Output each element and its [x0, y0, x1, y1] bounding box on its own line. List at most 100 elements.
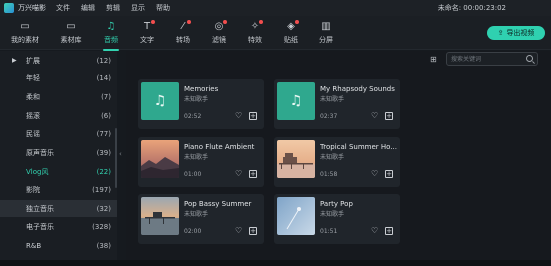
category-name: 扩展: [26, 56, 40, 65]
add-to-timeline-icon[interactable]: +: [385, 170, 393, 178]
category-item[interactable]: 电子音乐 (328): [0, 218, 117, 235]
category-item-selected[interactable]: Vlog风 (22): [0, 163, 117, 180]
favorite-heart-icon[interactable]: ♡: [235, 111, 242, 120]
track-duration: 01:00: [184, 171, 202, 178]
category-item[interactable]: 摇滚 (6): [0, 107, 117, 124]
folder-icon: ▭: [66, 21, 76, 32]
tab-label: 特效: [248, 36, 262, 44]
music-note-icon: ♫: [289, 93, 303, 109]
add-to-timeline-icon[interactable]: +: [249, 170, 257, 178]
category-item[interactable]: R&B (38): [0, 237, 117, 254]
category-item[interactable]: 柔和 (7): [0, 88, 117, 105]
tab-effects[interactable]: ✧ 特效: [235, 19, 275, 49]
export-video-button[interactable]: ⇪ 导出视频: [487, 26, 545, 40]
expand-arrow-icon[interactable]: ▶: [12, 57, 17, 64]
menu-help[interactable]: 帮助: [156, 3, 170, 13]
category-item[interactable]: 原声音乐 (39): [0, 144, 117, 161]
menu-clip[interactable]: 剪辑: [106, 3, 120, 13]
audio-card[interactable]: Pop Bassy Summer 未知歌手 02:00 ♡ +: [138, 194, 264, 244]
tab-split-screen[interactable]: ▥ 分屏: [306, 19, 346, 49]
favorite-heart-icon[interactable]: ♡: [235, 169, 242, 178]
tab-transition[interactable]: ⁄ 转场: [163, 19, 203, 49]
category-item[interactable]: 年轻 (14): [0, 69, 117, 86]
track-artist: 未知歌手: [184, 211, 209, 218]
search-input[interactable]: [451, 54, 521, 64]
tab-label: 贴纸: [284, 36, 298, 44]
menu-edit[interactable]: 编辑: [81, 3, 95, 13]
search-icon[interactable]: [526, 55, 533, 62]
track-title: Piano Flute Ambient: [184, 143, 255, 151]
pier-sunset-thumbnail: [277, 140, 315, 178]
category-item[interactable]: 影院 (197): [0, 181, 117, 198]
music-note-icon: ♫: [106, 21, 116, 32]
tab-filter[interactable]: ◎ 滤镜: [199, 19, 239, 49]
blue-sky-thumbnail: [277, 197, 315, 235]
category-sidebar: ▶ 扩展 (12) 年轻 (14) 柔和 (7) 摇滚 (6) 民谣 (77) …: [0, 51, 117, 266]
collapse-sidebar-icon[interactable]: ‹: [119, 150, 122, 158]
menu-view[interactable]: 显示: [131, 3, 145, 13]
app-name: 万兴喵影: [18, 4, 46, 12]
music-note-icon: ♫: [153, 93, 167, 109]
track-artist: 未知歌手: [184, 154, 209, 161]
menu-bar: 文件 编辑 剪辑 显示 帮助: [56, 3, 170, 13]
new-badge: [187, 20, 191, 24]
tab-label: 文字: [140, 36, 154, 44]
category-name: 原声音乐: [26, 148, 54, 157]
category-count: (14): [96, 73, 111, 82]
app-logo-icon: [4, 3, 14, 13]
menu-file[interactable]: 文件: [56, 3, 70, 13]
track-duration: 02:52: [184, 113, 202, 120]
tab-label: 滤镜: [212, 36, 226, 44]
grid-view-icon[interactable]: ⊞: [430, 55, 439, 64]
project-title: 未命名: 00:00:23:02: [437, 4, 506, 12]
tab-media-library[interactable]: ▭ 素材库: [51, 19, 91, 49]
audio-card[interactable]: ♫ Memories 未知歌手 02:52 ♡ +: [138, 79, 264, 129]
category-count: (12): [96, 56, 111, 65]
tab-label: 素材库: [60, 36, 82, 44]
new-badge: [295, 20, 299, 24]
favorite-heart-icon[interactable]: ♡: [235, 226, 242, 235]
tab-sticker[interactable]: ◈ 贴纸: [271, 19, 311, 49]
add-to-timeline-icon[interactable]: +: [385, 112, 393, 120]
add-to-timeline-icon[interactable]: +: [249, 112, 257, 120]
filter-icon: ◎: [199, 19, 239, 35]
category-name: Vlog风: [26, 167, 49, 176]
audio-card[interactable]: ♫ My Rhapsody Sounds 未知歌手 02:37 ♡ +: [274, 79, 400, 129]
track-title: Party Pop: [320, 200, 353, 208]
track-duration: 01:51: [320, 228, 338, 235]
category-name: 柔和: [26, 92, 40, 101]
category-name: R&B: [26, 241, 42, 250]
favorite-heart-icon[interactable]: ♡: [371, 226, 378, 235]
category-count: (32): [96, 204, 111, 213]
track-title: Tropical Summer Ho...: [320, 143, 397, 151]
music-thumbnail: ♫: [141, 82, 179, 120]
search-box[interactable]: [446, 52, 538, 66]
category-item[interactable]: 民谣 (77): [0, 125, 117, 142]
tab-label: 分屏: [319, 36, 333, 44]
new-badge: [151, 20, 155, 24]
tab-my-media[interactable]: ▭ 我的素材: [5, 19, 45, 49]
audio-card[interactable]: Party Pop 未知歌手 01:51 ♡ +: [274, 194, 400, 244]
category-item[interactable]: ▶ 扩展 (12): [0, 52, 117, 69]
track-title: My Rhapsody Sounds: [320, 85, 395, 93]
tab-text[interactable]: T 文字: [127, 19, 167, 49]
audio-card[interactable]: Tropical Summer Ho... 未知歌手 01:58 ♡ +: [274, 137, 400, 187]
category-name: 年轻: [26, 73, 40, 82]
add-to-timeline-icon[interactable]: +: [385, 227, 393, 235]
audio-card[interactable]: Piano Flute Ambient 未知歌手 01:00 ♡ +: [138, 137, 264, 187]
favorite-heart-icon[interactable]: ♡: [371, 169, 378, 178]
sidebar-scrollbar[interactable]: [115, 128, 117, 188]
category-item-hovered[interactable]: 独立音乐 (32): [0, 200, 117, 217]
category-count: (6): [101, 111, 111, 120]
track-duration: 01:58: [320, 171, 338, 178]
text-icon: T: [127, 19, 167, 35]
tab-label: 转场: [176, 36, 190, 44]
media-toolbar: ▭ 我的素材 ▭ 素材库 ♫ 音频 T 文字 ⁄ 转场 ◎ 滤镜 ✧ 特效 ◈ …: [0, 16, 551, 51]
tab-audio[interactable]: ♫ 音频: [91, 19, 131, 51]
category-name: 民谣: [26, 129, 40, 138]
favorite-heart-icon[interactable]: ♡: [371, 111, 378, 120]
add-to-timeline-icon[interactable]: +: [249, 227, 257, 235]
track-title: Pop Bassy Summer: [184, 200, 252, 208]
music-thumbnail: ♫: [277, 82, 315, 120]
folder-icon: ▭: [20, 21, 30, 32]
